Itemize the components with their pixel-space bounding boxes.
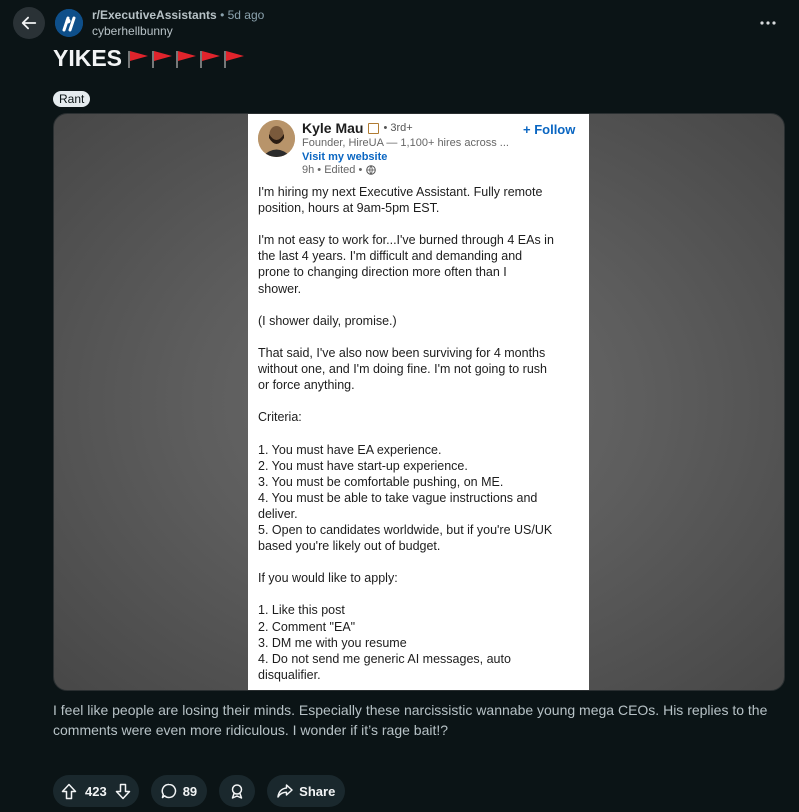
share-button[interactable]: Share	[267, 775, 346, 807]
award-button[interactable]	[219, 775, 256, 807]
red-flag-icon	[200, 50, 221, 68]
linkedin-paragraph: I'm hiring my next Executive Assistant. …	[258, 185, 543, 216]
post-actions: 423 89 Share	[53, 775, 346, 807]
linkedin-post-body: I'm hiring my next Executive Assistant. …	[258, 184, 583, 683]
post-flair[interactable]: Rant	[53, 91, 91, 107]
linkedin-timestamp: 9h • Edited •	[302, 164, 377, 176]
linkedin-paragraph: Criteria:	[258, 410, 302, 425]
linkedin-avatar	[258, 120, 295, 157]
comment-bubble-icon	[161, 783, 176, 799]
linkedin-paragraph: 1. Like this post 2. Comment "EA" 3. DM …	[258, 603, 511, 682]
linkedin-paragraph: I'm not easy to work for...I've burned t…	[258, 233, 554, 296]
share-label: Share	[299, 783, 336, 799]
linkedin-paragraph: That said, I've also now been surviving …	[258, 345, 547, 393]
post-meta: r/ExecutiveAssistants • 5d ago	[92, 8, 264, 22]
comments-button[interactable]: 89	[150, 775, 208, 807]
red-flag-icon	[224, 50, 245, 68]
linkedin-degree: • 3rd+	[383, 122, 413, 134]
linkedin-follow: + Follow	[523, 122, 576, 137]
linkedin-name: Kyle Mau • 3rd+	[302, 120, 413, 136]
comment-count: 89	[182, 783, 198, 799]
downvote-arrow-icon[interactable]	[115, 783, 131, 800]
post-age: 5d ago	[227, 8, 265, 22]
linkedin-name-text: Kyle Mau	[302, 120, 364, 136]
more-options-button[interactable]	[752, 7, 784, 39]
linkedin-website-link: Visit my website	[302, 151, 388, 163]
post-title: YIKES	[53, 45, 245, 72]
post-title-text: YIKES	[53, 45, 123, 71]
subreddit-avatar[interactable]	[55, 9, 83, 37]
globe-icon	[366, 165, 377, 175]
red-flag-icon	[128, 50, 149, 68]
linkedin-paragraph: If you would like to apply:	[258, 571, 398, 586]
linkedin-time-text: 9h • Edited •	[302, 164, 363, 176]
award-icon	[231, 784, 243, 799]
meta-separator: •	[220, 8, 225, 22]
red-flags	[128, 49, 245, 69]
share-arrow-icon	[277, 784, 293, 798]
more-options-icon	[760, 21, 776, 25]
person-avatar-icon	[258, 120, 295, 157]
linkedin-screenshot: Kyle Mau • 3rd+ + Follow Founder, HireUA…	[248, 114, 589, 690]
linkedin-badge-icon	[368, 122, 380, 134]
post-image[interactable]: Kyle Mau • 3rd+ + Follow Founder, HireUA…	[53, 113, 785, 691]
red-flag-icon	[176, 50, 197, 68]
red-flag-icon	[152, 50, 173, 68]
linkedin-paragraph: 1. You must have EA experience. 2. You m…	[258, 442, 553, 554]
back-arrow-icon	[21, 16, 37, 30]
subreddit-name[interactable]: r/ExecutiveAssistants	[92, 8, 217, 22]
back-button[interactable]	[13, 7, 45, 39]
upvote-arrow-icon[interactable]	[61, 783, 77, 800]
subreddit-logo-icon	[55, 9, 83, 37]
post-author[interactable]: cyberhellbunny	[92, 24, 173, 38]
linkedin-headline: Founder, HireUA — 1,100+ hires across ..…	[302, 137, 509, 149]
vote-control: 423	[53, 775, 139, 807]
post-body-text: I feel like people are losing their mind…	[53, 702, 768, 738]
upvote-count: 423	[85, 783, 107, 799]
linkedin-paragraph: (I shower daily, promise.)	[258, 313, 397, 328]
